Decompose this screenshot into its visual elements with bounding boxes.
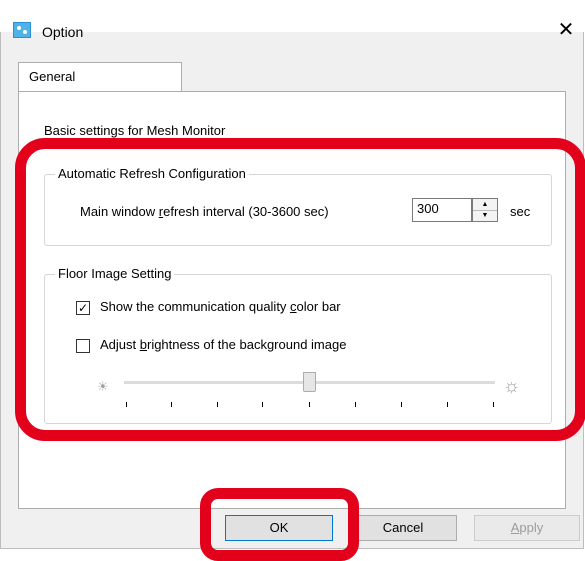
- cancel-button[interactable]: Cancel: [349, 515, 457, 541]
- close-button[interactable]: ✕: [552, 16, 580, 44]
- annotation-highlight-ok: [200, 488, 359, 561]
- title-bar: [0, 0, 585, 32]
- annotation-highlight-settings: [15, 138, 585, 441]
- tab-general[interactable]: General: [18, 62, 182, 92]
- window-title: Option: [42, 24, 84, 40]
- apply-button[interactable]: Apply: [474, 515, 580, 541]
- basic-settings-label: Basic settings for Mesh Monitor: [44, 123, 226, 138]
- app-icon: [13, 22, 31, 38]
